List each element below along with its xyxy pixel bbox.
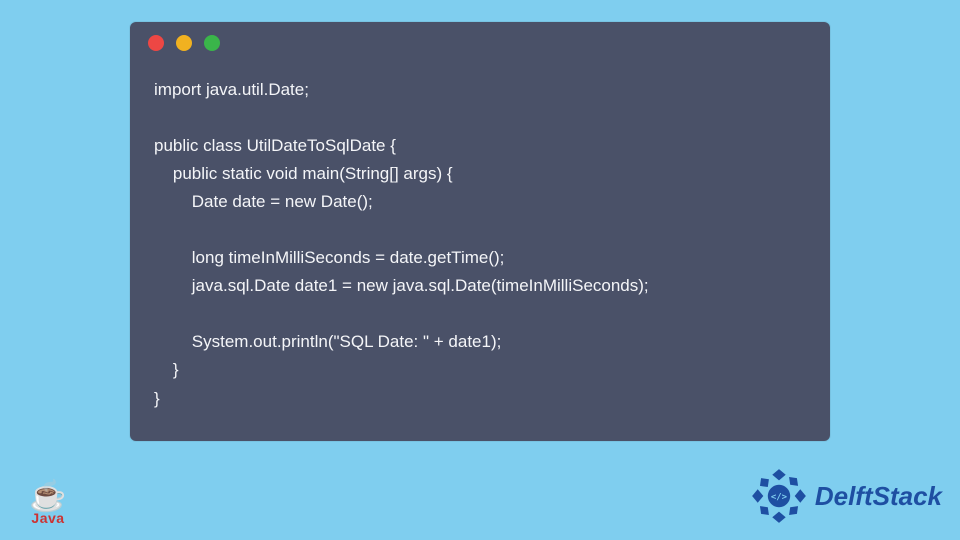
delftstack-label: DelftStack [815,481,942,512]
delftstack-tag-icon: </> [771,492,787,502]
java-logo: ☕ Java [20,482,76,526]
code-block: import java.util.Date; public class Util… [130,64,830,421]
traffic-light-minimize-icon[interactable] [176,35,192,51]
java-cup-icon: ☕ [20,482,76,512]
delftstack-emblem-icon: </> [751,468,807,524]
traffic-light-zoom-icon[interactable] [204,35,220,51]
traffic-light-close-icon[interactable] [148,35,164,51]
delftstack-logo: </> DelftStack [751,468,942,524]
code-window: import java.util.Date; public class Util… [130,22,830,441]
window-titlebar [130,22,830,64]
